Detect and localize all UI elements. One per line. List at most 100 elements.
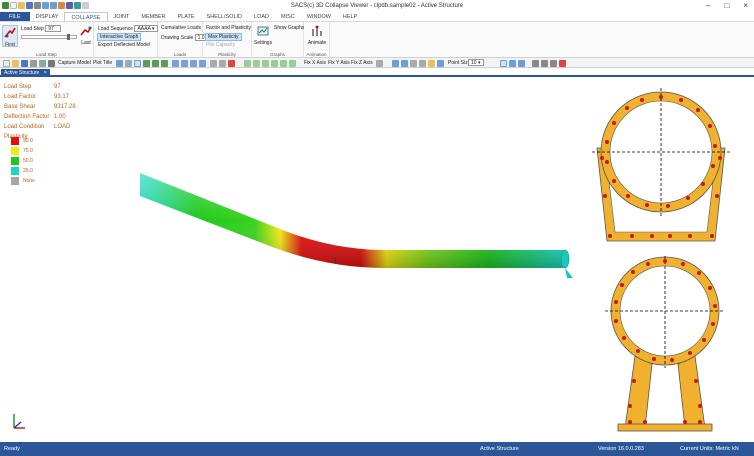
zoom-in-icon[interactable] <box>143 59 150 67</box>
light-icon[interactable] <box>428 59 435 67</box>
point-size-value: 10 <box>471 60 477 66</box>
menu-plate[interactable]: PLATE <box>172 12 201 21</box>
new-doc-icon[interactable] <box>3 59 10 67</box>
tab-close-icon[interactable]: × <box>44 70 47 76</box>
settings-label: Settings <box>254 40 273 46</box>
legend-swatch <box>11 137 19 145</box>
deformed-member[interactable] <box>135 158 585 298</box>
print-icon[interactable] <box>30 59 37 67</box>
render-icon[interactable] <box>437 59 444 67</box>
close-button[interactable]: × <box>743 1 748 10</box>
info-value: LOAD <box>54 124 71 130</box>
tag-icon[interactable] <box>550 59 557 67</box>
toggle-5-icon[interactable] <box>280 59 287 67</box>
slider-thumb[interactable] <box>67 34 70 40</box>
maximize-button[interactable]: □ <box>724 1 729 10</box>
info-value: 93.17 <box>54 94 70 100</box>
node-display-icon[interactable] <box>500 59 507 67</box>
menu-load[interactable]: LOAD <box>248 12 275 21</box>
minimize-button[interactable]: – <box>706 1 710 10</box>
redo-view-icon[interactable] <box>219 59 226 67</box>
copy-icon[interactable] <box>39 59 46 67</box>
point-size-select[interactable]: 10 ▾ <box>468 59 484 66</box>
grid-icon[interactable] <box>410 59 417 67</box>
legend-item: 25.0 <box>11 166 35 176</box>
view-3d-icon[interactable] <box>172 59 179 67</box>
legend-item: None <box>11 176 35 186</box>
member-display-icon[interactable] <box>509 59 516 67</box>
zoom-window-icon[interactable] <box>161 59 168 67</box>
label-icon[interactable] <box>401 59 408 67</box>
pan-icon[interactable] <box>125 59 132 67</box>
color-icon[interactable] <box>228 59 235 67</box>
interactive-graph-button[interactable]: Interactive Graph <box>97 33 142 41</box>
toggle-4-icon[interactable] <box>271 59 278 67</box>
menu-display[interactable]: DISPLAY <box>30 12 65 21</box>
capture-model-button[interactable]: Capture Model <box>58 60 91 66</box>
pick-icon[interactable] <box>392 59 399 67</box>
info-label: Deflection Factor <box>4 114 50 120</box>
menu-joint[interactable]: JOINT <box>108 12 136 21</box>
first-button[interactable]: First <box>2 25 18 48</box>
status-version: Version 16.0.0.283 <box>598 446 644 452</box>
group-graphs: Settings Show Graphs Graphs <box>252 22 304 58</box>
menu-collapse[interactable]: COLLAPSE <box>64 12 108 21</box>
tab-active-structure[interactable]: Active Structure × <box>1 69 50 77</box>
plate-display-icon[interactable] <box>518 59 525 67</box>
info-value: 1.00 <box>54 114 66 120</box>
rotate-icon[interactable] <box>116 59 123 67</box>
menu-misc[interactable]: MISC <box>275 12 301 21</box>
plot-title-button[interactable]: Plot Title <box>93 60 112 66</box>
legend-label: 50.0 <box>23 158 33 164</box>
group-animation: Animate Animation <box>304 22 330 58</box>
menu-shell-solid[interactable]: SHELL/SOLID <box>201 12 248 21</box>
last-icon <box>80 26 92 36</box>
info-label: Load Factor <box>4 94 37 100</box>
legend-label: 25.0 <box>23 168 33 174</box>
info-panel: Load Step 97 Load Factor 93.17 Base Shear 9… <box>4 82 76 142</box>
menu-file[interactable]: FILE <box>0 12 30 21</box>
group-sequence: Load Sequence AAAA ▾ Interactive Graph E… <box>94 22 159 58</box>
palette-icon[interactable] <box>559 59 566 67</box>
select-icon[interactable] <box>134 59 141 67</box>
factor-plasticity-button[interactable]: Factor and Plasticity <box>206 25 251 31</box>
animate-button[interactable]: Animate <box>306 25 328 46</box>
undo-view-icon[interactable] <box>210 59 217 67</box>
settings-button[interactable]: Settings <box>254 25 272 46</box>
load-step-input[interactable]: 97 <box>45 25 62 32</box>
last-button[interactable]: Last <box>80 25 92 46</box>
toggle-3-icon[interactable] <box>262 59 269 67</box>
save-disk-icon[interactable] <box>21 59 28 67</box>
axis-icon[interactable] <box>419 59 426 67</box>
view-side-icon[interactable] <box>190 59 197 67</box>
toggle-1-icon[interactable] <box>244 59 251 67</box>
toolbar: Capture Model Plot Title Fix X Axis Fix … <box>0 58 754 68</box>
cumulative-loads-button[interactable]: Cumulative Loads <box>161 25 201 31</box>
fix-x-axis-button[interactable]: Fix X Axis <box>304 60 326 66</box>
show-graphs-button[interactable]: Show Graphs <box>274 25 304 31</box>
info-label: Load Condition <box>4 124 45 130</box>
load-sequence-select[interactable]: AAAA ▾ <box>134 25 159 32</box>
filter-icon[interactable] <box>541 59 548 67</box>
cross-section-top <box>592 88 732 242</box>
export-icon[interactable] <box>48 59 55 67</box>
toggle-6-icon[interactable] <box>289 59 296 67</box>
zoom-out-icon[interactable] <box>152 59 159 67</box>
link-icon[interactable] <box>532 59 539 67</box>
fix-y-axis-button[interactable]: Fix Y Axis <box>328 60 350 66</box>
pile-capacity-button[interactable]: Pile Capacity <box>206 42 235 48</box>
open-folder-icon[interactable] <box>12 59 19 67</box>
view-front-icon[interactable] <box>181 59 188 67</box>
viewport-3d[interactable]: Load Step 97 Load Factor 93.17 Base Shear 9… <box>0 78 754 442</box>
menu-member[interactable]: MEMBER <box>135 12 171 21</box>
menu-help[interactable]: HELP <box>337 12 363 21</box>
load-step-slider[interactable] <box>21 34 77 40</box>
document-tabs: Active Structure × <box>0 68 754 77</box>
toggle-2-icon[interactable] <box>253 59 260 67</box>
max-plasticity-button[interactable]: Max Plasticity <box>205 33 242 41</box>
measure-icon[interactable] <box>376 59 383 67</box>
view-plan-icon[interactable] <box>199 59 206 67</box>
fix-z-axis-button[interactable]: Fix Z Axis <box>351 60 373 66</box>
menu-window[interactable]: WINDOW <box>301 12 337 21</box>
export-deflected-button[interactable]: Export Deflected Model <box>98 42 150 48</box>
